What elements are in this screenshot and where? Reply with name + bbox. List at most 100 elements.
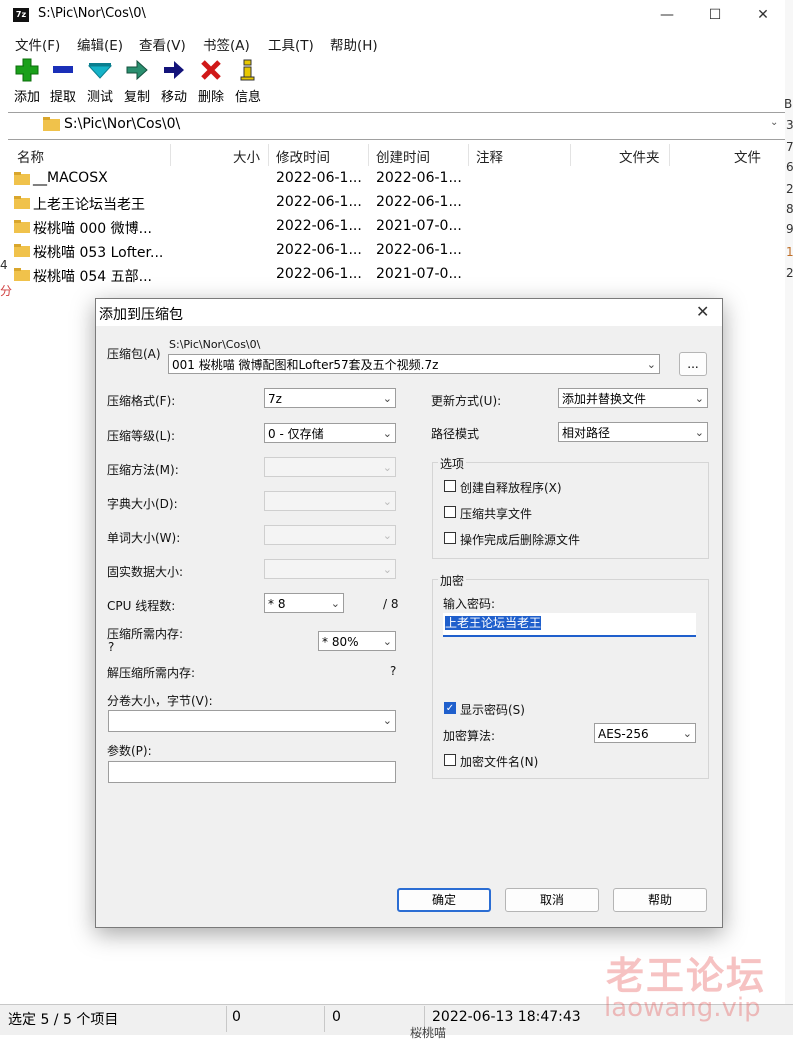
chevron-down-icon: ⌄ (694, 426, 704, 439)
minimize-button[interactable]: — (644, 0, 690, 30)
format-label: 压缩格式(F): (107, 394, 176, 408)
format-select[interactable]: 7z ⌄ (264, 388, 396, 408)
extract-button[interactable]: 提取 (44, 58, 82, 105)
path-mode-value: 相对路径 (562, 426, 611, 440)
column-divider[interactable] (268, 144, 269, 166)
path-mode-select[interactable]: 相对路径 ⌄ (558, 422, 708, 442)
maximize-button[interactable]: ☐ (692, 0, 738, 30)
edge-fragment: 分 (0, 284, 13, 298)
chevron-down-icon[interactable]: ⌄ (647, 355, 656, 373)
decompress-memory-label: 解压缩所需内存: (107, 666, 196, 680)
encryption-method-value: AES-256 (598, 727, 649, 741)
menu-help[interactable]: 帮助(H) (330, 34, 378, 54)
archive-name-value: 001 桜桃喵 微博配图和Lofter57套及五个视频.7z (172, 358, 439, 372)
password-input[interactable]: 上老王论坛当老王 (443, 613, 696, 637)
column-divider[interactable] (468, 144, 469, 166)
file-modified: 2022-06-1... (276, 194, 362, 210)
cpu-threads-value: * 8 (268, 597, 286, 611)
file-created: 2022-06-1... (376, 242, 462, 258)
memory-usage-value: * 80% (322, 635, 359, 649)
archive-name-combo[interactable]: 001 桜桃喵 微博配图和Lofter57套及五个视频.7z ⌄ (168, 354, 660, 374)
cpu-threads-label: CPU 线程数: (107, 599, 176, 613)
shared-files-label: 压缩共享文件 (460, 507, 533, 521)
folder-icon (14, 220, 30, 233)
menu-view[interactable]: 查看(V) (139, 34, 186, 54)
move-button[interactable]: 移动 (155, 58, 193, 105)
edge-fragment: 2 (786, 182, 793, 196)
edge-fragment: 8 (786, 202, 793, 216)
status-selection: 选定 5 / 5 个项目 (8, 1012, 119, 1028)
delete-button[interactable]: 删除 (192, 58, 230, 105)
delete-after-checkbox[interactable] (444, 532, 456, 544)
show-password-checkbox[interactable]: ✓ (444, 702, 456, 714)
chevron-down-icon: ⌄ (382, 461, 392, 474)
sfx-checkbox[interactable] (444, 480, 456, 492)
memory-usage-select[interactable]: * 80% ⌄ (318, 631, 396, 651)
menu-tools[interactable]: 工具(T) (268, 34, 314, 54)
menu-edit[interactable]: 编辑(E) (77, 34, 123, 54)
menu-file[interactable]: 文件(F) (15, 34, 60, 54)
copy-button[interactable]: 复制 (118, 58, 156, 105)
browse-button[interactable]: ... (679, 352, 707, 376)
chevron-down-icon: ⌄ (382, 392, 392, 405)
dialog-close-button[interactable]: ✕ (696, 302, 709, 321)
show-password-label: 显示密码(S) (460, 703, 525, 717)
encryption-method-select[interactable]: AES-256 ⌄ (594, 723, 696, 743)
ok-button[interactable]: 确定 (397, 888, 491, 912)
help-button[interactable]: 帮助 (613, 888, 707, 912)
file-modified: 2022-06-1... (276, 242, 362, 258)
column-divider[interactable] (669, 144, 670, 166)
word-size-select: ⌄ (264, 525, 396, 545)
encrypt-names-checkbox[interactable] (444, 754, 456, 766)
chevron-down-icon: ⌄ (382, 563, 392, 576)
column-name[interactable]: 名称 (17, 146, 44, 166)
parameters-input[interactable] (108, 761, 396, 783)
archive-label: 压缩包(A) (107, 347, 161, 361)
volume-size-combo[interactable]: ⌄ (108, 710, 396, 732)
column-size[interactable]: 大小 (233, 146, 260, 166)
shared-files-checkbox[interactable] (444, 506, 456, 518)
column-folders[interactable]: 文件夹 (619, 146, 660, 166)
file-created: 2021-07-0... (376, 266, 462, 282)
cancel-button[interactable]: 取消 (505, 888, 599, 912)
status-divider (324, 1006, 325, 1032)
file-modified: 2022-06-1... (276, 218, 362, 234)
delete-x-icon (199, 58, 223, 82)
file-name: 上老王论坛当老王 (33, 197, 145, 213)
update-mode-select[interactable]: 添加并替换文件 ⌄ (558, 388, 708, 408)
memory-label: 压缩所需内存: (107, 627, 184, 641)
column-created[interactable]: 创建时间 (376, 146, 430, 166)
column-divider[interactable] (170, 144, 171, 166)
chevron-down-icon: ⌄ (382, 427, 392, 440)
password-label: 输入密码: (443, 597, 496, 611)
level-select[interactable]: 0 - 仅存储 ⌄ (264, 423, 396, 443)
column-modified[interactable]: 修改时间 (276, 146, 330, 166)
column-divider[interactable] (368, 144, 369, 166)
column-divider[interactable] (570, 144, 571, 166)
info-icon (236, 58, 260, 82)
watermark-text: 老王论坛 (606, 954, 767, 998)
file-created: 2022-06-1... (376, 194, 462, 210)
add-button[interactable]: 添加 (8, 58, 46, 105)
app-icon: 7z (13, 8, 29, 22)
memory-value-unknown: ? (108, 640, 115, 654)
chevron-down-icon[interactable]: ⌄ (770, 117, 778, 128)
method-select: ⌄ (264, 457, 396, 477)
watermark-url: laowang.vip (604, 993, 761, 1023)
encryption-title: 加密 (438, 572, 467, 589)
dictionary-label: 字典大小(D): (107, 497, 178, 511)
method-label: 压缩方法(M): (107, 463, 179, 477)
menu-bookmarks[interactable]: 书签(A) (203, 34, 250, 54)
copy-arrow-icon (125, 58, 149, 82)
column-comment[interactable]: 注释 (476, 146, 503, 166)
solid-size-select: ⌄ (264, 559, 396, 579)
column-files[interactable]: 文件 (734, 146, 761, 166)
close-button[interactable]: ✕ (740, 0, 786, 30)
status-divider (226, 1006, 227, 1032)
status-size: 0 (232, 1009, 241, 1025)
encrypt-names-label: 加密文件名(N) (460, 755, 539, 769)
info-button[interactable]: 信息 (229, 58, 267, 105)
extract-label: 提取 (49, 90, 76, 105)
test-button[interactable]: 测试 (81, 58, 119, 105)
cpu-threads-select[interactable]: * 8 ⌄ (264, 593, 344, 613)
